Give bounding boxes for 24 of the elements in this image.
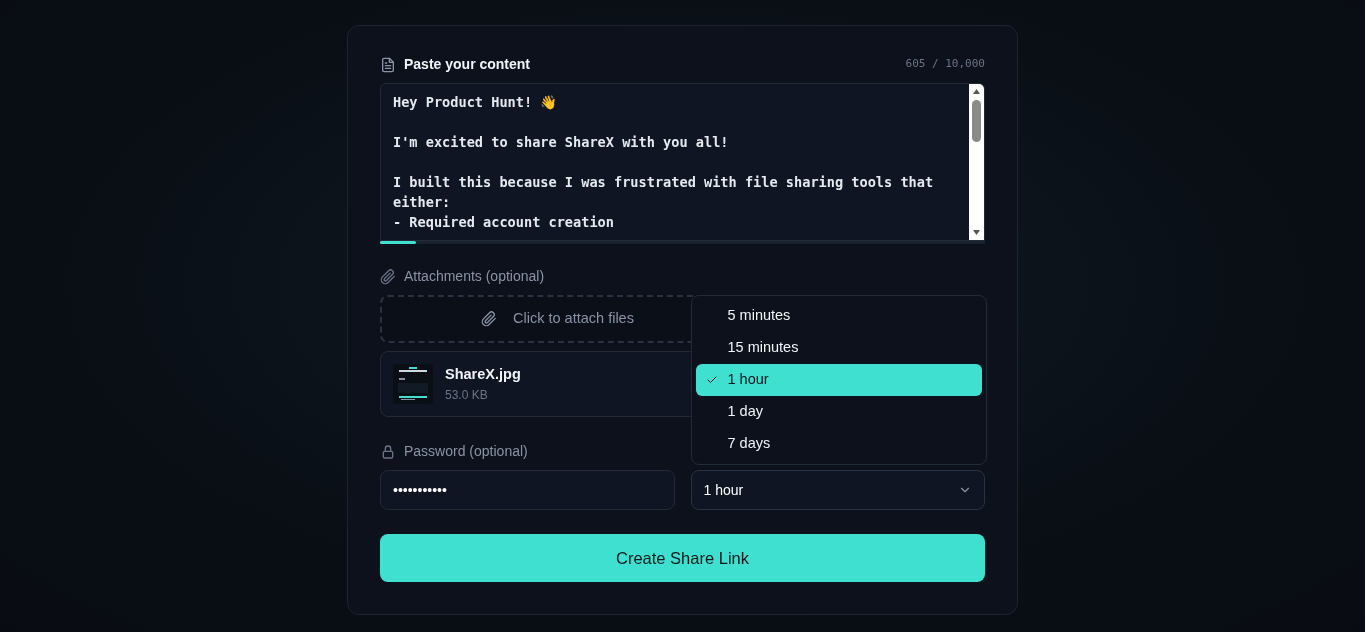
check-icon	[705, 374, 718, 386]
document-icon	[380, 56, 396, 73]
password-field[interactable]: •••••••••••	[380, 470, 675, 510]
lock-icon	[380, 443, 396, 460]
text-line: Hey Product Hunt! 👋	[393, 93, 559, 112]
scrollbar[interactable]	[969, 84, 984, 240]
paperclip-icon	[481, 311, 498, 327]
text-line: I built this because I was frustrated with file sharing tools that either:	[393, 173, 935, 212]
text-area[interactable]: Hey Product Hunt! 👋 I'm excited to share ShareX with you all! I built this because I was frustrated with file sharing tools that either: - Required account creation	[380, 83, 985, 241]
file-name: ShareX.jpg	[445, 365, 521, 385]
dropdown-option[interactable]: 5 minutes	[695, 300, 982, 332]
text-line: - Required account creation	[393, 213, 615, 232]
field-label: Attachments (optional)	[404, 267, 545, 286]
field-label: Password (optional)	[404, 442, 528, 461]
dropdown-option[interactable]: 7 days	[695, 428, 982, 460]
file-size: 53.0 KB	[445, 386, 489, 404]
character-counter: 605 / 10,000	[905, 56, 985, 73]
paperclip-icon	[380, 268, 396, 285]
field-label: Paste your content	[404, 55, 531, 74]
expiry-select[interactable]: 1 hour	[690, 470, 985, 510]
create-link-button[interactable]: Create Share Link	[380, 534, 985, 582]
text-line: I'm excited to share ShareX with you all!	[393, 133, 730, 152]
dropdown-option[interactable]: 1 day	[695, 396, 982, 428]
dropdown-option[interactable]: 1 hour	[695, 364, 982, 396]
